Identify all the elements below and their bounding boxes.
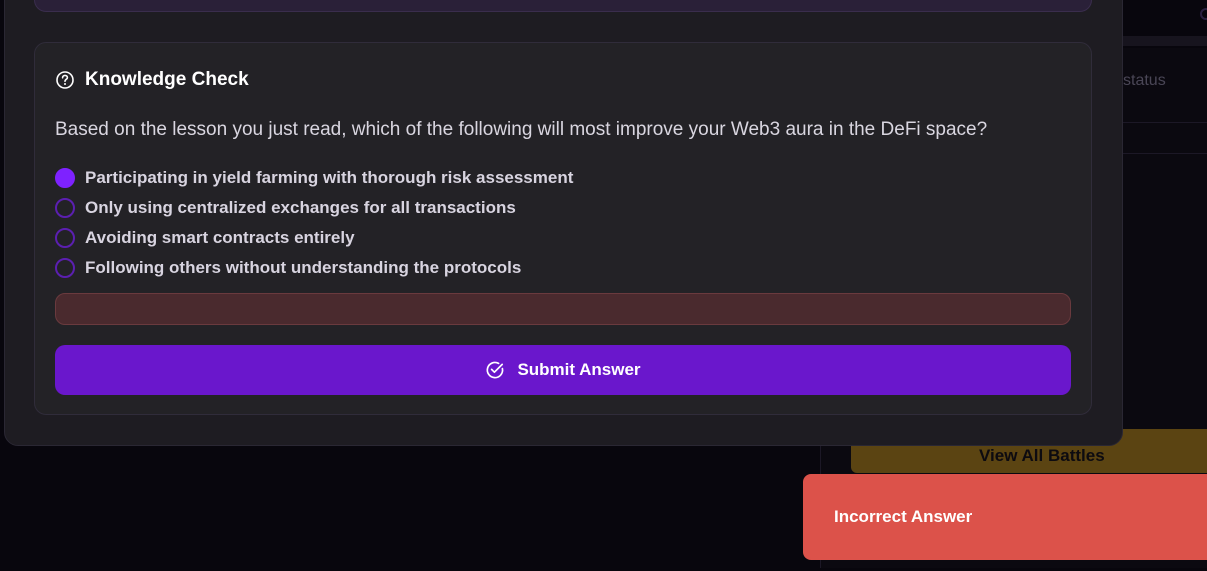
answer-options: Participating in yield farming with thor… [55,163,573,283]
answer-option-label: Participating in yield farming with thor… [85,168,574,187]
radio-button[interactable] [55,198,75,218]
answer-option[interactable]: Only using centralized exchanges for all… [55,193,573,223]
question-circle-icon [55,70,75,90]
background-indicator-icon [1200,8,1207,20]
submit-answer-button[interactable]: Submit Answer [55,345,1071,395]
background-divider [1123,153,1207,154]
error-toast[interactable]: Incorrect Answer [803,474,1207,560]
answer-option-label: Following others without understanding t… [85,258,522,277]
knowledge-check-header: Knowledge Check [55,69,249,91]
knowledge-check-title: Knowledge Check [85,69,249,90]
answer-option-label: Avoiding smart contracts entirely [85,228,355,247]
toast-message: Incorrect Answer [834,507,973,526]
radio-button[interactable] [55,228,75,248]
background-divider [1123,122,1207,123]
previous-section-card [34,0,1092,12]
check-circle-icon [485,360,505,380]
background-status-label: status [1123,72,1166,89]
answer-option-label: Only using centralized exchanges for all… [85,198,516,217]
answer-option[interactable]: Following others without understanding t… [55,253,573,283]
submit-answer-label: Submit Answer [517,360,641,379]
answer-feedback-box [55,293,1071,325]
answer-option[interactable]: Avoiding smart contracts entirely [55,223,573,253]
background-top-strip [1120,36,1207,46]
question-text: Based on the lesson you just read, which… [55,119,988,140]
answer-option[interactable]: Participating in yield farming with thor… [55,163,573,193]
radio-button-selected[interactable] [55,168,75,188]
radio-button[interactable] [55,258,75,278]
knowledge-check-card: Knowledge Check Based on the lesson you … [34,42,1092,415]
